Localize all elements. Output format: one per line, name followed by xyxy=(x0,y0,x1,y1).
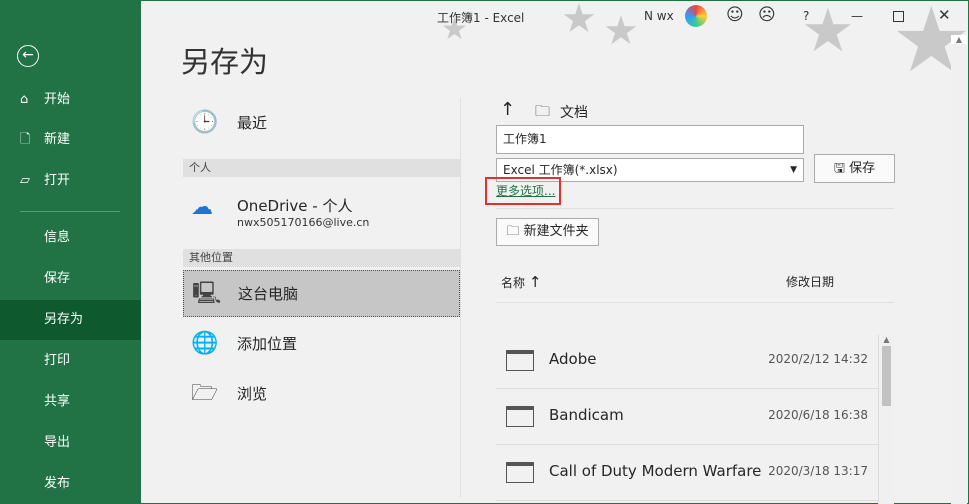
back-button[interactable]: ← xyxy=(17,45,39,67)
sidebar-item-label: 发布 xyxy=(44,476,71,491)
file-date: 2020/2/12 14:32 xyxy=(768,352,868,366)
page-title: 另存为 xyxy=(181,45,269,79)
scroll-up-icon[interactable]: ▲ xyxy=(879,335,894,344)
save-label: 保存 xyxy=(849,161,876,176)
computer-icon: 🖳 xyxy=(192,281,222,306)
file-name: Bandicam xyxy=(549,406,624,424)
scroll-up-icon[interactable]: ▲ xyxy=(951,35,967,44)
sidebar-item-label: 导出 xyxy=(44,435,71,450)
sort-up-icon: ↑ xyxy=(528,273,542,291)
up-folder-button[interactable]: ↑ xyxy=(500,99,515,120)
sidebar-item-save[interactable]: 保存 xyxy=(0,259,141,299)
minimize-button[interactable]: — xyxy=(851,9,863,23)
column-label: 名称 xyxy=(501,276,526,290)
file-name: Call of Duty Modern Warfare xyxy=(549,462,762,480)
column-header-name[interactable]: 名称 ↑ xyxy=(501,273,541,291)
folder-icon xyxy=(506,406,534,427)
avatar[interactable] xyxy=(685,5,707,27)
divider xyxy=(496,302,894,303)
location-add-place[interactable]: 🌐 添加位置 xyxy=(183,321,460,367)
account-email: nwx505170166@live.cn xyxy=(237,216,370,229)
star-decoration-icon: ★ xyxy=(603,8,639,54)
folder-icon: 🗀 xyxy=(506,224,520,239)
close-button[interactable]: ✕ xyxy=(938,6,951,24)
filename-input[interactable]: 工作簿1 xyxy=(496,125,804,154)
star-decoration-icon: ★ xyxy=(561,0,597,42)
file-row[interactable]: Call of Duty Modern Warfare 2020/3/18 13:… xyxy=(496,445,878,501)
sidebar-item-export[interactable]: 导出 xyxy=(0,423,141,463)
location-label: 这台电脑 xyxy=(238,285,299,303)
file-list-scrollbar[interactable]: ▲ xyxy=(878,335,894,504)
new-file-icon: 🗋 xyxy=(20,132,31,147)
sidebar-item-label: 开始 xyxy=(44,92,71,107)
section-header-personal: 个人 xyxy=(183,159,460,177)
save-button[interactable]: 🖫 保存 xyxy=(814,154,895,183)
section-header-other: 其他位置 xyxy=(183,249,460,267)
user-name[interactable]: N wx xyxy=(644,9,674,23)
location-this-pc[interactable]: 🖳 这台电脑 xyxy=(183,270,460,317)
title-bar: ★ ★ ★ ★ ★ 工作簿1 - Excel N wx ☺ ☹ ? — ✕ xyxy=(141,0,969,86)
file-row[interactable]: Bandicam 2020/6/18 16:38 xyxy=(496,389,878,445)
file-name: Adobe xyxy=(549,350,597,368)
file-row[interactable]: Adobe 2020/2/12 14:32 xyxy=(496,333,878,389)
frown-feedback-icon[interactable]: ☹ xyxy=(758,5,776,25)
maximize-button[interactable] xyxy=(893,11,904,22)
location-recent[interactable]: 🕒 最近 xyxy=(183,100,460,146)
file-date: 2020/3/18 13:17 xyxy=(768,464,868,478)
folder-icon xyxy=(506,350,534,371)
sidebar-item-label: 另存为 xyxy=(44,312,84,327)
chevron-down-icon: ▼ xyxy=(790,165,797,175)
location-label: OneDrive - 个人 xyxy=(237,197,353,215)
sidebar-item-label: 打开 xyxy=(44,173,71,188)
sidebar-item-label: 打印 xyxy=(44,353,71,368)
location-label: 最近 xyxy=(237,114,268,132)
window-title: 工作簿1 - Excel xyxy=(437,11,525,25)
page-scrollbar[interactable]: ▲ xyxy=(951,35,967,504)
cloud-icon: ☁ xyxy=(191,195,213,220)
new-folder-label: 新建文件夹 xyxy=(523,224,589,239)
divider xyxy=(496,208,894,209)
file-date: 2020/6/18 16:38 xyxy=(768,408,868,422)
new-folder-button[interactable]: 🗀 新建文件夹 xyxy=(496,218,599,246)
sidebar-item-label: 共享 xyxy=(44,394,71,409)
help-button[interactable]: ? xyxy=(803,9,809,23)
column-header-date[interactable]: 修改日期 xyxy=(786,273,834,290)
more-options-link[interactable]: 更多选项... xyxy=(496,182,555,199)
sidebar-divider xyxy=(20,211,120,212)
sidebar-item-label: 新建 xyxy=(44,132,71,147)
save-as-panel: ★ ★ ★ ★ ★ 工作簿1 - Excel N wx ☺ ☹ ? — ✕ 另存… xyxy=(141,0,969,504)
location-onedrive[interactable]: ☁ OneDrive - 个人 nwx505170166@live.cn xyxy=(183,187,460,237)
scrollbar-thumb[interactable] xyxy=(882,346,891,406)
backstage-sidebar: ← ⌂ 开始 🗋 新建 ▱ 打开 信息 保存 另存为 打印 共享 导出 发布 xyxy=(0,0,141,503)
current-path[interactable]: 文档 xyxy=(560,102,588,122)
folder-icon: 🗀 xyxy=(535,102,551,120)
folder-icon: 🗁 xyxy=(191,381,219,406)
folder-open-icon: ▱ xyxy=(20,173,30,188)
sidebar-item-print[interactable]: 打印 xyxy=(0,341,141,381)
clock-icon: 🕒 xyxy=(191,110,219,135)
location-label: 浏览 xyxy=(237,385,268,403)
sidebar-item-open[interactable]: ▱ 打开 xyxy=(0,161,141,201)
sidebar-item-label: 保存 xyxy=(44,271,71,286)
globe-add-icon: 🌐 xyxy=(191,331,219,356)
sidebar-item-publish[interactable]: 发布 xyxy=(0,464,141,504)
save-icon: 🖫 xyxy=(833,161,845,176)
filetype-value: Excel 工作簿(*.xlsx) xyxy=(503,163,618,177)
folder-icon xyxy=(506,462,534,483)
sidebar-item-home[interactable]: ⌂ 开始 xyxy=(0,80,141,120)
sidebar-item-new[interactable]: 🗋 新建 xyxy=(0,120,141,160)
sidebar-item-share[interactable]: 共享 xyxy=(0,382,141,422)
home-icon: ⌂ xyxy=(20,92,29,107)
location-label: 添加位置 xyxy=(237,335,298,353)
location-browse[interactable]: 🗁 浏览 xyxy=(183,371,460,417)
sidebar-item-save-as[interactable]: 另存为 xyxy=(0,300,141,340)
sidebar-item-label: 信息 xyxy=(44,230,71,245)
sidebar-item-info[interactable]: 信息 xyxy=(0,218,141,258)
column-divider xyxy=(460,98,461,498)
smile-feedback-icon[interactable]: ☺ xyxy=(726,5,744,25)
